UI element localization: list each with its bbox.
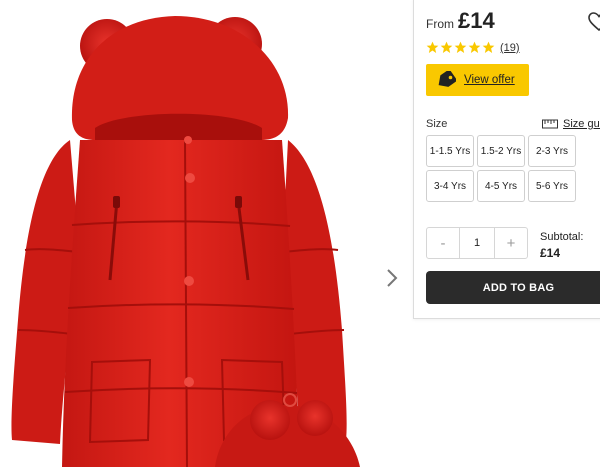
- subtotal-label: Subtotal:: [540, 231, 584, 243]
- view-offer-label: View offer: [464, 74, 515, 86]
- size-option-5-6[interactable]: 5-6 Yrs: [528, 170, 576, 202]
- quantity-stepper: - 1 +: [426, 227, 528, 259]
- star-icon: [426, 41, 439, 54]
- price-from-label: From: [426, 17, 454, 31]
- star-rating: [426, 41, 496, 54]
- ruler-icon: [542, 119, 558, 129]
- star-icon: [440, 41, 453, 54]
- size-option-3-4[interactable]: 3-4 Yrs: [426, 170, 474, 202]
- quantity-decrease-button[interactable]: -: [427, 228, 459, 258]
- size-option-1.5-2[interactable]: 1.5-2 Yrs: [477, 135, 525, 167]
- review-count-link[interactable]: (19): [500, 42, 520, 54]
- quantity-increase-button[interactable]: +: [495, 228, 527, 258]
- star-icon: [482, 41, 495, 54]
- star-icon: [454, 41, 467, 54]
- size-option-2-3[interactable]: 2-3 Yrs: [528, 135, 576, 167]
- red-coat-illustration: [11, 16, 360, 467]
- purchase-panel: From £14 (19) View offer Size Size gu 1-…: [413, 0, 600, 319]
- size-guide-link[interactable]: Size guide: [542, 118, 600, 130]
- size-option-1-1.5[interactable]: 1-1.5 Yrs: [426, 135, 474, 167]
- rating-row: (19): [426, 41, 520, 54]
- product-image: [0, 0, 410, 467]
- star-icon: [468, 41, 481, 54]
- price-tag-icon: [438, 71, 456, 87]
- subtotal-value: £14: [540, 246, 561, 260]
- heart-icon: [588, 12, 600, 32]
- gallery-next-button[interactable]: [386, 268, 406, 294]
- size-option-4-5[interactable]: 4-5 Yrs: [477, 170, 525, 202]
- view-offer-button[interactable]: View offer: [426, 64, 529, 96]
- subtotal: Subtotal: £14: [540, 231, 583, 260]
- size-guide-label: Size guide: [563, 118, 600, 130]
- chevron-right-icon: [387, 269, 398, 287]
- wishlist-button[interactable]: [588, 12, 600, 32]
- size-label: Size: [426, 118, 448, 130]
- quantity-value[interactable]: 1: [459, 228, 495, 258]
- size-options: 1-1.5 Yrs 1.5-2 Yrs 2-3 Yrs 3-4 Yrs 4-5 …: [426, 135, 576, 202]
- price-row: From £14: [426, 8, 495, 34]
- price-value: £14: [458, 8, 495, 33]
- add-to-bag-button[interactable]: ADD TO BAG: [426, 271, 600, 304]
